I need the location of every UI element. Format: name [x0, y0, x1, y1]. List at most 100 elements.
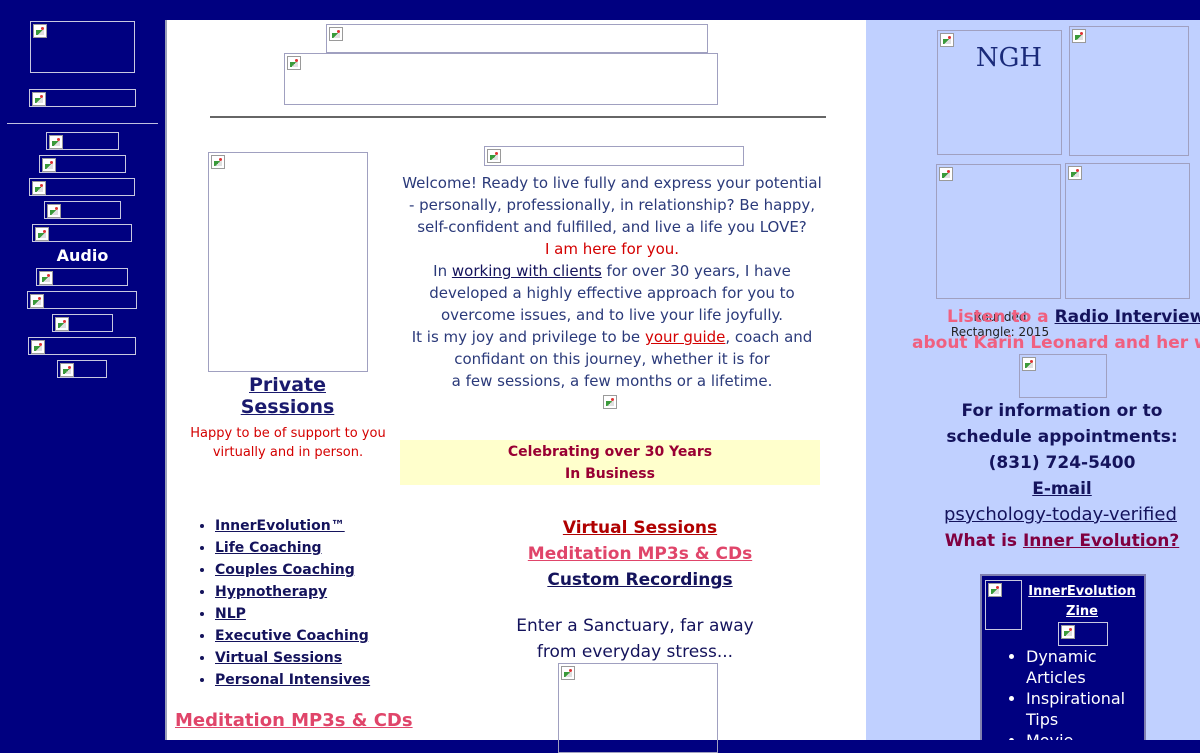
sanctuary-text: Enter a Sanctuary, far away from everyda… — [470, 613, 800, 665]
header-banner-image — [284, 53, 718, 105]
broken-image-icon — [1068, 166, 1082, 180]
service-item[interactable]: NLP — [215, 603, 370, 625]
nav-link-image-6[interactable] — [36, 268, 128, 286]
broken-image-icon — [35, 227, 49, 241]
broken-image-icon — [211, 155, 225, 169]
nav-link-image-3[interactable] — [29, 178, 135, 196]
radio-interview-text: Listen to a Radio Interview about Karin … — [912, 304, 1200, 356]
private-sessions-link[interactable]: Private Sessions — [205, 374, 370, 418]
working-with-clients-link[interactable]: working with clients — [452, 262, 602, 280]
happy-support-text: Happy to be of support to you virtually … — [190, 426, 386, 460]
nav-link-audio[interactable]: Audio — [0, 246, 165, 265]
psych-alt-text: psychology-today-verified — [944, 504, 1177, 525]
celebrate-line-1: Celebrating over 30 Years — [507, 444, 713, 460]
broken-image-icon — [939, 167, 953, 181]
nav-banner-image[interactable] — [29, 89, 136, 107]
broken-image-icon — [31, 340, 45, 354]
broken-image-icon — [60, 363, 74, 377]
nav-link-image-9[interactable] — [28, 337, 136, 355]
inner-evolution-link[interactable]: Inner Evolution? — [1023, 531, 1179, 551]
zine-title-link[interactable]: InnerEvolution Zine — [1022, 582, 1142, 622]
joy-prefix: It is my joy and privilege to be — [411, 328, 641, 346]
meditation-link-center[interactable]: Meditation MP3s & CDs — [500, 541, 780, 567]
broken-image-icon — [603, 395, 617, 409]
header-divider — [210, 116, 826, 118]
celebrating-banner: Celebrating over 30 Years In Business — [400, 440, 820, 485]
broken-image-icon — [287, 56, 301, 70]
listen-prefix: Listen to a — [947, 307, 1049, 327]
award-image-2015: Rounded Rectangle: 2015 — [936, 164, 1061, 339]
left-navigation: Audio — [0, 20, 165, 740]
broken-image-icon — [55, 317, 69, 331]
info-line-2: schedule appointments: — [946, 427, 1178, 447]
your-guide-link[interactable]: your guide — [645, 328, 725, 346]
ngh-badge-image[interactable]: NGH — [937, 30, 1062, 155]
ngh-alt-text: NGH — [975, 43, 1043, 73]
meditation-link-left[interactable]: Meditation MP3s & CDs — [175, 710, 413, 731]
service-item[interactable]: Life Coaching — [215, 537, 370, 559]
service-item[interactable]: Executive Coaching — [215, 625, 370, 647]
welcome-intro: Welcome! Ready to live fully and express… — [402, 174, 822, 236]
broken-image-icon — [487, 149, 501, 163]
award-image-2 — [1065, 163, 1190, 299]
broken-image-icon — [329, 27, 343, 41]
phone-number: (831) 724-5400 — [988, 453, 1136, 473]
logo-image[interactable] — [30, 21, 135, 73]
email-link[interactable]: E-mail — [926, 476, 1198, 502]
broken-image-icon — [1022, 357, 1036, 371]
radio-interview-link[interactable]: Radio Interview — [1055, 307, 1200, 327]
zine-features-list: Dynamic Articles Inspirational Tips Movi… — [982, 646, 1142, 740]
contact-info: For information or to schedule appointme… — [926, 398, 1198, 502]
what-is-inner-evolution: What is Inner Evolution? — [926, 528, 1198, 554]
service-item[interactable]: Personal Intensives — [215, 669, 370, 691]
portrait-image — [208, 152, 368, 372]
service-item[interactable]: Virtual Sessions — [215, 647, 370, 669]
broken-image-icon — [561, 666, 575, 680]
broken-image-icon — [1072, 29, 1086, 43]
nav-link-image-4[interactable] — [44, 201, 121, 219]
welcome-text: Welcome! Ready to live fully and express… — [400, 172, 824, 392]
top-bar — [0, 0, 1200, 20]
nav-link-image-8[interactable] — [52, 314, 113, 332]
nav-link-image-1[interactable] — [46, 132, 119, 150]
celebrate-line-2: In Business — [565, 466, 655, 482]
listen-line-2: about Karin Leonard and her work — [912, 333, 1200, 353]
zine-logo-image[interactable] — [985, 580, 1022, 630]
broken-image-icon — [32, 181, 46, 195]
service-item[interactable]: Hypnotherapy — [215, 581, 370, 603]
zine-item: Dynamic Articles — [1026, 646, 1142, 688]
service-item[interactable]: Couples Coaching — [215, 559, 370, 581]
nav-link-image-7[interactable] — [27, 291, 137, 309]
header-title-image — [326, 24, 708, 53]
services-list: InnerEvolution™ Life Coaching Couples Co… — [191, 515, 370, 691]
radio-image[interactable] — [1019, 354, 1107, 398]
broken-image-icon — [42, 158, 56, 172]
center-links: Virtual Sessions Meditation MP3s & CDs C… — [500, 515, 780, 593]
zine-box: InnerEvolution Zine Dynamic Articles Ins… — [980, 574, 1146, 740]
broken-image-icon — [30, 294, 44, 308]
what-prefix: What is — [944, 531, 1018, 551]
badge-image-2[interactable] — [1069, 26, 1189, 156]
broken-image-icon — [47, 204, 61, 218]
service-item[interactable]: InnerEvolution™ — [215, 515, 370, 537]
broken-image-icon — [39, 271, 53, 285]
nav-link-image-2[interactable] — [39, 155, 126, 173]
virtual-sessions-link[interactable]: Virtual Sessions — [500, 515, 780, 541]
sanctuary-line-1: Enter a Sanctuary, far away — [516, 616, 754, 636]
small-icon-image — [601, 393, 617, 409]
nav-link-image-5[interactable] — [32, 224, 132, 242]
broken-image-icon — [49, 135, 63, 149]
zine-item: Inspirational Tips — [1026, 688, 1142, 730]
sanctuary-line-2: from everyday stress... — [536, 642, 734, 662]
psychology-today-badge[interactable]: psychology-today-verified — [944, 502, 1177, 528]
zine-subscribe-image[interactable] — [1058, 622, 1108, 646]
zine-item: Movie Reviews — [1026, 730, 1142, 740]
nav-link-image-10[interactable] — [57, 360, 107, 378]
broken-image-icon — [988, 583, 1002, 597]
broken-image-icon — [33, 24, 47, 38]
nav-divider — [7, 123, 158, 124]
in-prefix: In — [433, 262, 448, 280]
welcome-heading-image — [484, 146, 744, 166]
custom-recordings-link[interactable]: Custom Recordings — [500, 567, 780, 593]
right-sidebar: NGH Rounded Rectangle: 2015 Listen to a … — [866, 20, 1200, 740]
